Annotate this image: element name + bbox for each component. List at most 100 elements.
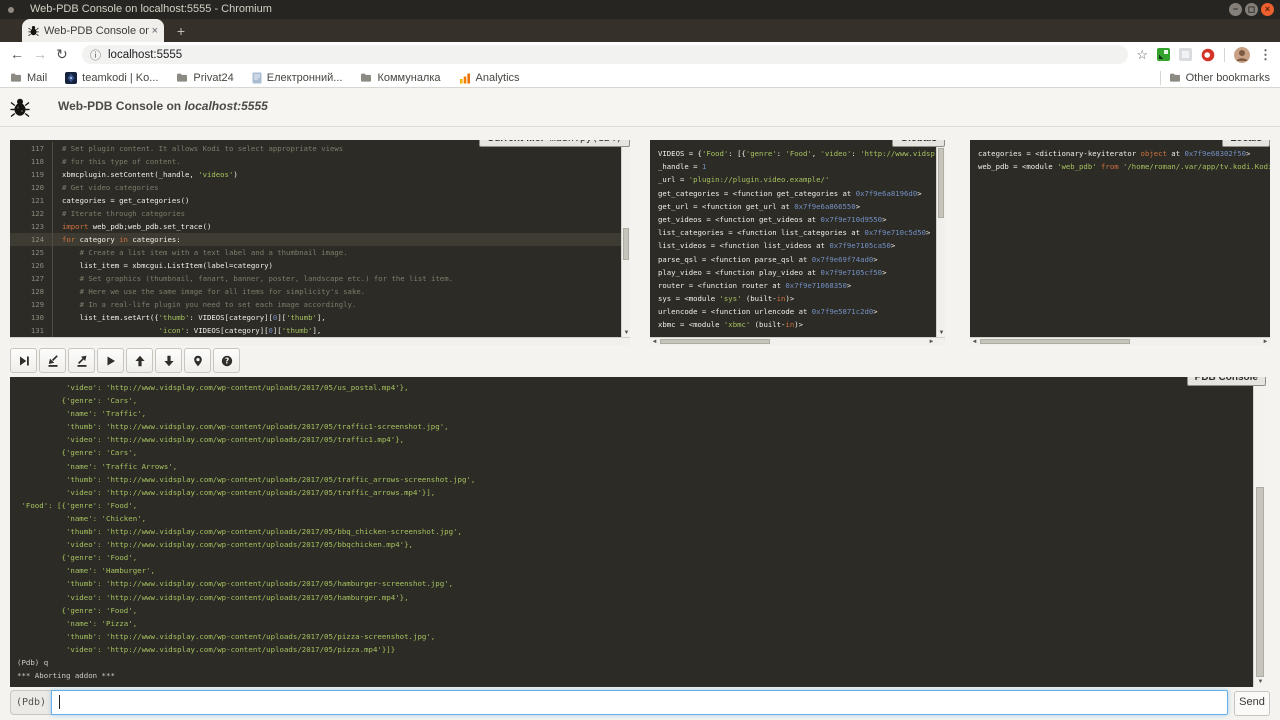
web-pdb-console-screen: Web-PDB Console on localhost:5555 - Chro… bbox=[0, 0, 1280, 720]
pdb-command-input[interactable] bbox=[51, 690, 1228, 715]
bookmark-mail[interactable]: Mail bbox=[10, 72, 47, 84]
new-tab-button[interactable]: + bbox=[172, 22, 190, 40]
page-info-icon[interactable]: ⓘ bbox=[90, 47, 101, 63]
return-button[interactable] bbox=[68, 348, 95, 373]
text-caret bbox=[59, 695, 60, 709]
back-icon[interactable]: ← bbox=[10, 46, 24, 62]
help-icon: ? bbox=[221, 355, 233, 367]
page-title: Web-PDB Console on localhost:5555 bbox=[58, 99, 268, 113]
bug-favicon-icon bbox=[28, 25, 39, 36]
bookmark-analytics[interactable]: Analytics bbox=[459, 72, 520, 84]
variable-line: categories = <dictionary-keyiterator obj… bbox=[978, 147, 1270, 160]
help-button[interactable]: ? bbox=[213, 348, 240, 373]
console-output-line: {'genre': 'Cars', bbox=[17, 394, 1253, 407]
console-output-line: 'thumb': 'http://www.vidsplay.com/wp-con… bbox=[17, 577, 1253, 590]
next-button[interactable] bbox=[10, 348, 37, 373]
extension-green-icon[interactable] bbox=[1157, 48, 1170, 61]
code-line-124: 124for category in categories: bbox=[10, 233, 630, 246]
code-line-128: 128 # Here we use the same image for all… bbox=[10, 285, 630, 298]
variable-line: router = <function router at 0x7f9e71068… bbox=[658, 279, 945, 292]
minimize-button[interactable]: − bbox=[1229, 3, 1242, 16]
other-bookmarks[interactable]: Other bookmarks bbox=[1169, 72, 1270, 84]
location-pin-icon bbox=[192, 355, 204, 367]
play-icon bbox=[105, 355, 117, 367]
console-output-line: 'video': 'http://www.vidsplay.com/wp-con… bbox=[17, 381, 1253, 394]
extension-red-icon[interactable] bbox=[1201, 48, 1215, 62]
console-system-line: *** Aborting addon *** bbox=[17, 669, 1253, 682]
code-horizontal-scrollbar[interactable] bbox=[10, 337, 630, 345]
pdb-console-panel: PDB Console 'video': 'http://www.vidspla… bbox=[10, 377, 1266, 687]
code-line-120: 120# Get video categories bbox=[10, 181, 630, 194]
console-output-line: {'genre': 'Food', bbox=[17, 604, 1253, 617]
send-button[interactable]: Send bbox=[1234, 691, 1270, 716]
web-pdb-bug-icon bbox=[10, 96, 30, 118]
console-scrollbar[interactable]: ▼ bbox=[1253, 377, 1266, 687]
svg-text:?: ? bbox=[224, 356, 228, 365]
pdb-console-label: PDB Console bbox=[1187, 377, 1266, 386]
folder-icon bbox=[1169, 72, 1181, 83]
analytics-chart-icon bbox=[459, 72, 471, 84]
profile-avatar[interactable] bbox=[1234, 47, 1250, 63]
extension-gray-icon[interactable] bbox=[1179, 48, 1192, 61]
bookmark-star-icon[interactable]: ☆ bbox=[1136, 47, 1148, 63]
code-line-127: 127 # Set graphics (thumbnail, fanart, b… bbox=[10, 272, 630, 285]
variable-line: list_categories = <function list_categor… bbox=[658, 226, 945, 239]
kodi-favicon bbox=[65, 72, 77, 84]
variable-line: urlencode = <function urlencode at 0x7f9… bbox=[658, 305, 945, 318]
console-output-line: 'name': 'Chicken', bbox=[17, 512, 1253, 525]
down-button[interactable] bbox=[155, 348, 182, 373]
close-button[interactable]: × bbox=[1261, 3, 1274, 16]
console-output-line: 'thumb': 'http://www.vidsplay.com/wp-con… bbox=[17, 473, 1253, 486]
where-button[interactable] bbox=[184, 348, 211, 373]
step-button[interactable] bbox=[39, 348, 66, 373]
globals-vertical-scrollbar[interactable]: ▼ bbox=[936, 140, 945, 337]
folder-icon bbox=[10, 72, 22, 83]
continue-button[interactable] bbox=[97, 348, 124, 373]
console-output-line: 'video': 'http://www.vidsplay.com/wp-con… bbox=[17, 591, 1253, 604]
code-line-123: 123import web_pdb;web_pdb.set_trace() bbox=[10, 220, 630, 233]
console-output-line: 'video': 'http://www.vidsplay.com/wp-con… bbox=[17, 433, 1253, 446]
code-line-131: 131 'icon': VIDEOS[category][0]['thumb']… bbox=[10, 324, 630, 337]
forward-icon[interactable]: → bbox=[33, 46, 47, 62]
current-file-panel: Current file: main.py(124) 117# Set plug… bbox=[10, 140, 630, 345]
reload-icon[interactable]: ↻ bbox=[56, 46, 68, 63]
code-line-125: 125 # Create a list item with a text lab… bbox=[10, 246, 630, 259]
variable-line: xbmc = <module 'xbmc' (built-in)> bbox=[658, 318, 945, 331]
bookmark-teamkodi[interactable]: teamkodi | Ko... bbox=[65, 72, 158, 84]
bookmark-privat24[interactable]: Privat24 bbox=[176, 72, 233, 84]
locals-horizontal-scrollbar[interactable]: ◄ ► bbox=[970, 337, 1270, 345]
globals-listing: VIDEOS = {'Food': [{'genre': 'Food', 'vi… bbox=[650, 140, 945, 345]
locals-panel: Locals categories = <dictionary-keyitera… bbox=[970, 140, 1270, 345]
console-output-line: 'name': 'Traffic Arrows', bbox=[17, 460, 1253, 473]
browser-tab[interactable]: Web-PDB Console on loca × bbox=[22, 19, 164, 42]
maximize-button[interactable]: ◻ bbox=[1245, 3, 1258, 16]
step-next-icon bbox=[18, 355, 30, 367]
current-file-label: Current file: main.py(124) bbox=[479, 140, 630, 147]
variable-line: get_url = <function get_url at 0x7f9e6a8… bbox=[658, 200, 945, 213]
address-bar[interactable]: ⓘ localhost:5555 bbox=[82, 45, 1128, 64]
up-button[interactable] bbox=[126, 348, 153, 373]
folder-icon bbox=[360, 72, 372, 83]
window-app-icon bbox=[8, 7, 14, 13]
console-output-line: 'video': 'http://www.vidsplay.com/wp-con… bbox=[17, 486, 1253, 499]
variable-line: web_pdb = <module 'web_pdb' from '/home/… bbox=[978, 160, 1270, 173]
bookmark-electronic[interactable]: Електронний... bbox=[252, 72, 343, 84]
page-header: Web-PDB Console on localhost:5555 bbox=[0, 88, 1280, 127]
variable-line: VIDEOS = {'Food': [{'genre': 'Food', 'vi… bbox=[658, 147, 945, 160]
browser-menu-icon[interactable]: ⋮ bbox=[1259, 47, 1272, 63]
code-line-122: 122# Iterate through categories bbox=[10, 207, 630, 220]
console-output-line: 'video': 'http://www.vidsplay.com/wp-con… bbox=[17, 538, 1253, 551]
console-output-line: 'video': 'http://www.vidsplay.com/wp-con… bbox=[17, 643, 1253, 656]
command-input-row: (Pdb) Send bbox=[10, 690, 1270, 715]
console-output-line: 'thumb': 'http://www.vidsplay.com/wp-con… bbox=[17, 525, 1253, 538]
tab-close-icon[interactable]: × bbox=[152, 25, 158, 37]
console-output: 'video': 'http://www.vidsplay.com/wp-con… bbox=[10, 377, 1253, 687]
globals-horizontal-scrollbar[interactable]: ◄ ► bbox=[650, 337, 945, 345]
step-out-icon bbox=[76, 355, 88, 367]
code-vertical-scrollbar[interactable]: ▼ bbox=[621, 140, 630, 337]
console-output-line: {'genre': 'Cars', bbox=[17, 446, 1253, 459]
variable-line: parse_qsl = <function parse_qsl at 0x7f9… bbox=[658, 253, 945, 266]
pdb-prompt-label: (Pdb) bbox=[10, 690, 51, 715]
bookmark-kommunalka[interactable]: Коммуналка bbox=[360, 72, 440, 84]
console-output-line: 'Food': [{'genre': 'Food', bbox=[17, 499, 1253, 512]
